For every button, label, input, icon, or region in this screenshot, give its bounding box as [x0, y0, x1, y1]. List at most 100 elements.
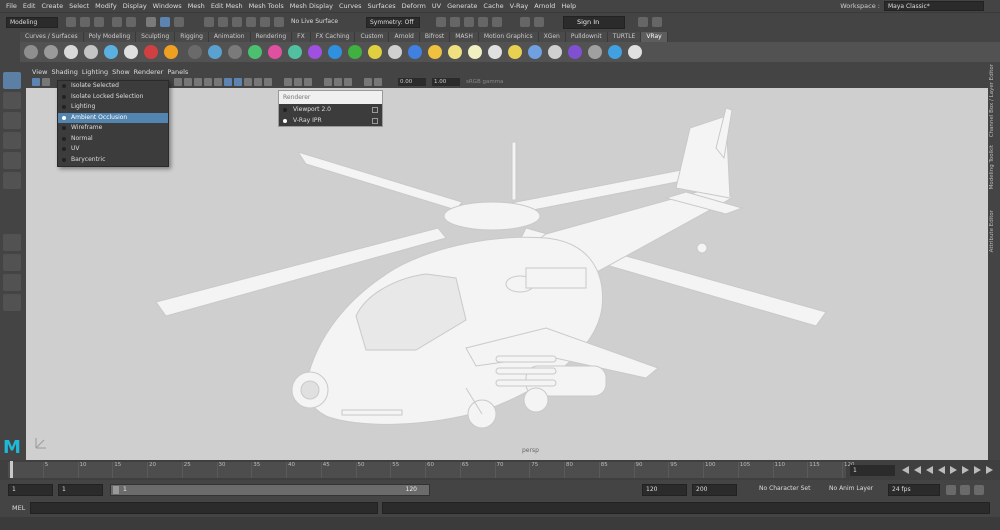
- vray-curve-icon[interactable]: [368, 45, 382, 59]
- anim-start-field[interactable]: 1: [58, 484, 103, 496]
- mode-dropdown[interactable]: Modeling: [6, 17, 58, 28]
- vray-rect-light-icon[interactable]: [508, 45, 522, 59]
- vray-sphere-icon[interactable]: [328, 45, 342, 59]
- end-time-field[interactable]: 120: [642, 484, 687, 496]
- menu-modify[interactable]: Modify: [95, 2, 117, 10]
- menu-windows[interactable]: Windows: [153, 2, 182, 10]
- panel-menu-view[interactable]: View: [32, 67, 47, 77]
- snap-view-icon[interactable]: [246, 17, 256, 27]
- shelf-tab-fx-caching[interactable]: FX Caching: [310, 32, 356, 42]
- grid-icon[interactable]: [174, 78, 182, 86]
- shelf-tab-animation[interactable]: Animation: [208, 32, 251, 42]
- toggle-panel-icon[interactable]: [638, 17, 648, 27]
- shelf-tab-bifrost[interactable]: Bifrost: [419, 32, 451, 42]
- lasso-icon[interactable]: [3, 92, 21, 109]
- vray-volume-icon[interactable]: [288, 45, 302, 59]
- move-icon[interactable]: [3, 132, 21, 149]
- shelf-tab-fx[interactable]: FX: [292, 32, 311, 42]
- render-frame-icon[interactable]: [436, 17, 446, 27]
- panel-menu-show[interactable]: Show: [112, 67, 130, 77]
- isolate-select-icon[interactable]: [324, 78, 332, 86]
- vray-cloud-icon[interactable]: [628, 45, 642, 59]
- field-chart-icon[interactable]: [214, 78, 222, 86]
- command-input[interactable]: [30, 502, 378, 514]
- snap-surface-icon[interactable]: [260, 17, 270, 27]
- four-pane-layout-icon[interactable]: [3, 254, 21, 271]
- vray-proxy-icon[interactable]: [144, 45, 158, 59]
- menu-mesh[interactable]: Mesh: [188, 2, 205, 10]
- menu-edit[interactable]: Edit: [23, 2, 36, 10]
- xray-joints-icon[interactable]: [344, 78, 352, 86]
- vray-render-icon[interactable]: [44, 45, 58, 59]
- vray-scene-icon[interactable]: [188, 45, 202, 59]
- side-by-side-layout-icon[interactable]: [3, 274, 21, 291]
- start-time-field[interactable]: 1: [8, 484, 53, 496]
- step-back-key-icon[interactable]: [926, 466, 933, 474]
- vray-object-props-icon[interactable]: [568, 45, 582, 59]
- sign-in-button[interactable]: Sign In: [563, 16, 625, 29]
- mel-label[interactable]: MEL: [12, 504, 25, 512]
- menu-help[interactable]: Help: [561, 2, 576, 10]
- rotate-icon[interactable]: [3, 152, 21, 169]
- ipr-render-icon[interactable]: [450, 17, 460, 27]
- shelf-tab-rigging[interactable]: Rigging: [175, 32, 209, 42]
- step-back-icon[interactable]: [914, 466, 921, 474]
- film-gate-icon[interactable]: [184, 78, 192, 86]
- single-pane-layout-icon[interactable]: [3, 234, 21, 251]
- xray-icon[interactable]: [334, 78, 342, 86]
- channel-box-tab[interactable]: Channel Box / Layer Editor: [989, 64, 995, 137]
- menu-vray[interactable]: V-Ray: [510, 2, 529, 10]
- outliner-layout-icon[interactable]: [3, 294, 21, 311]
- vray-spot-icon[interactable]: [448, 45, 462, 59]
- menu-item-isolate-selected[interactable]: Isolate Selected: [58, 81, 168, 92]
- wireframe-icon[interactable]: [224, 78, 232, 86]
- select-object-icon[interactable]: [160, 17, 170, 27]
- shadows-icon[interactable]: [264, 78, 272, 86]
- menu-mesh-display[interactable]: Mesh Display: [290, 2, 333, 10]
- panel-menu-lighting[interactable]: Lighting: [82, 67, 108, 77]
- redo-icon[interactable]: [126, 17, 136, 27]
- menu-surfaces[interactable]: Surfaces: [368, 2, 396, 10]
- range-slider-handle[interactable]: [113, 486, 119, 494]
- menu-item-barycentric[interactable]: Barycentric: [58, 155, 168, 166]
- attribute-editor-icon[interactable]: [534, 17, 544, 27]
- fps-dropdown[interactable]: 24 fps: [888, 484, 940, 496]
- shelf-tab-poly-modeling[interactable]: Poly Modeling: [83, 32, 137, 42]
- snap-point-icon[interactable]: [232, 17, 242, 27]
- undo-icon[interactable]: [112, 17, 122, 27]
- menu-mesh-tools[interactable]: Mesh Tools: [249, 2, 284, 10]
- workspace-dropdown[interactable]: Maya Classic*: [884, 1, 984, 11]
- shelf-tab-motion-graphics[interactable]: Motion Graphics: [478, 32, 539, 42]
- menu-file[interactable]: File: [6, 2, 17, 10]
- shelf-tab-rendering[interactable]: Rendering: [250, 32, 293, 42]
- current-time-indicator[interactable]: [10, 461, 13, 478]
- shelf-tab-pulldownit[interactable]: Pulldownit: [565, 32, 608, 42]
- shelf-tab-xgen[interactable]: XGen: [538, 32, 566, 42]
- live-surface-icon[interactable]: [274, 17, 284, 27]
- play-backwards-icon[interactable]: [938, 466, 945, 474]
- play-forward-icon[interactable]: [950, 466, 957, 474]
- menu-item-vray-ipr[interactable]: V-Ray IPR: [279, 115, 382, 126]
- menu-curves[interactable]: Curves: [339, 2, 362, 10]
- color-space-dropdown[interactable]: sRGB gamma: [464, 78, 548, 86]
- menu-uv[interactable]: UV: [432, 2, 441, 10]
- time-slider[interactable]: 5 10 15 20 25 30 35 40 45 50 55 60 65 70 75 80 85 90 95 100…: [0, 460, 1000, 480]
- audio-icon[interactable]: [974, 485, 984, 495]
- camera-attributes-icon[interactable]: [32, 78, 40, 86]
- smooth-shade-icon[interactable]: [234, 78, 242, 86]
- exposure-field[interactable]: 0.00: [398, 78, 426, 86]
- lights-icon[interactable]: [254, 78, 262, 86]
- live-surface-field[interactable]: No Live Surface: [288, 17, 352, 28]
- hypershade-icon[interactable]: [478, 17, 488, 27]
- animation-prefs-icon[interactable]: [960, 485, 970, 495]
- snap-curve-icon[interactable]: [218, 17, 228, 27]
- vray-fur-icon[interactable]: [164, 45, 178, 59]
- vray-plane-icon[interactable]: [208, 45, 222, 59]
- vray-ies-icon[interactable]: [488, 45, 502, 59]
- bookmark-icon[interactable]: [42, 78, 50, 86]
- vray-particle-icon[interactable]: [308, 45, 322, 59]
- vray-ipr-icon[interactable]: [64, 45, 78, 59]
- select-hierarchy-icon[interactable]: [146, 17, 156, 27]
- menu-item-ambient-occlusion[interactable]: Ambient Occlusion: [58, 112, 168, 123]
- vray-logo-icon[interactable]: [24, 45, 38, 59]
